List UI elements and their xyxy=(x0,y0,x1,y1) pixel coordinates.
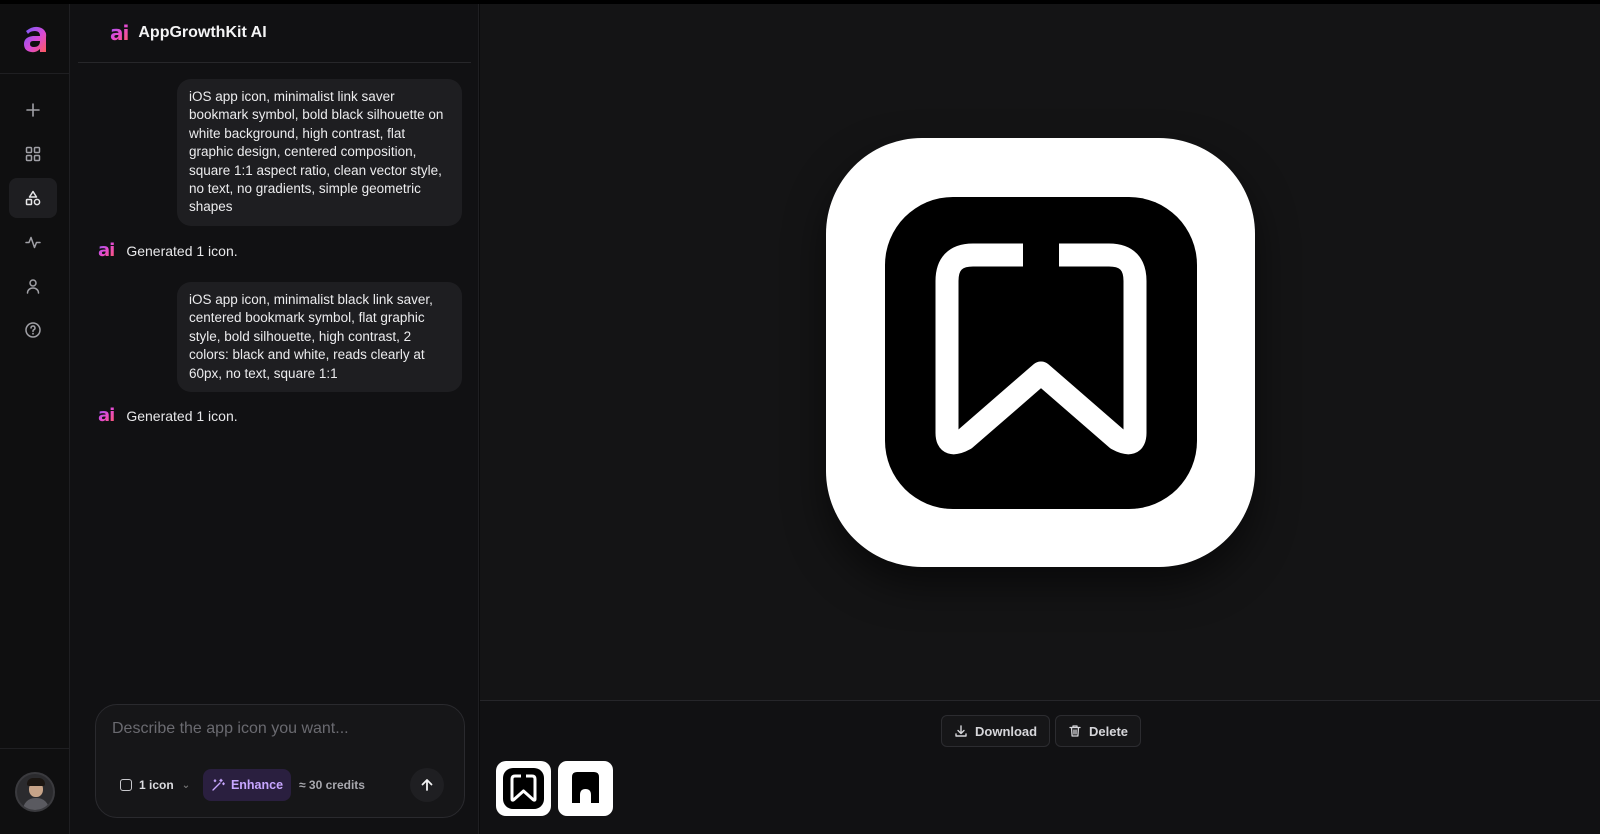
prompt-composer: 1 icon ⌄ Enhance ≈ 30 credits xyxy=(95,704,465,818)
help-circle-icon xyxy=(25,322,41,338)
delete-button[interactable]: Delete xyxy=(1055,715,1142,747)
rail-new-button[interactable] xyxy=(9,90,57,130)
avatar[interactable] xyxy=(15,771,55,812)
magic-wand-icon xyxy=(212,778,225,791)
icon-preview xyxy=(480,4,1600,700)
bookmark-outline-icon xyxy=(510,774,537,802)
preview-toolbar: Download Delete xyxy=(480,700,1600,834)
square-icon xyxy=(120,779,132,791)
rail-icons-button[interactable] xyxy=(9,178,57,218)
user-message: iOS app icon, minimalist black link save… xyxy=(177,282,462,393)
assistant-message-text: Generated 1 icon. xyxy=(126,242,238,259)
generated-icon-preview xyxy=(826,138,1255,567)
user-message: iOS app icon, minimalist link saver book… xyxy=(177,79,462,226)
assistant-avatar-icon: ai xyxy=(98,405,115,426)
bookmark-icon xyxy=(935,243,1147,455)
enhance-button[interactable]: Enhance xyxy=(203,769,291,801)
brand-logo-icon: ai xyxy=(110,21,129,45)
enhance-label: Enhance xyxy=(230,778,284,792)
shapes-icon xyxy=(25,190,41,206)
plus-icon xyxy=(26,103,40,117)
delete-label: Delete xyxy=(1089,723,1129,739)
grid-icon xyxy=(25,146,41,162)
rail-account-button[interactable] xyxy=(9,266,57,306)
assistant-message: ai Generated 1 icon. xyxy=(98,240,238,261)
icon-thumbnail-2[interactable] xyxy=(558,761,613,816)
rail-apps-button[interactable] xyxy=(9,134,57,174)
sidebar-rail xyxy=(0,4,70,834)
prompt-input[interactable] xyxy=(112,717,442,741)
icon-count-label: 1 icon xyxy=(139,778,174,792)
user-icon xyxy=(26,279,40,294)
download-button[interactable]: Download xyxy=(941,715,1051,747)
bookmark-solid-icon xyxy=(572,772,599,803)
rail-help-button[interactable] xyxy=(9,310,57,350)
icon-thumbnail-1[interactable] xyxy=(496,761,551,816)
download-icon xyxy=(955,725,967,737)
icon-count-select[interactable]: 1 icon ⌄ xyxy=(120,778,190,792)
assistant-avatar-icon: ai xyxy=(98,240,115,261)
chat-header: ai AppGrowthKit AI xyxy=(78,4,471,63)
assistant-message: ai Generated 1 icon. xyxy=(98,405,238,426)
brand-title: AppGrowthKit AI xyxy=(138,24,267,41)
rail-profile xyxy=(0,748,70,834)
arrow-up-icon xyxy=(421,779,433,791)
credits-estimate: ≈ 30 credits xyxy=(299,778,365,792)
send-button[interactable] xyxy=(410,768,444,802)
rail-analytics-button[interactable] xyxy=(9,222,57,262)
chevron-down-icon: ⌄ xyxy=(181,779,191,791)
activity-icon xyxy=(25,236,41,249)
app-logo[interactable] xyxy=(0,4,70,74)
assistant-message-text: Generated 1 icon. xyxy=(126,407,238,424)
download-label: Download xyxy=(975,723,1038,739)
trash-icon xyxy=(1069,725,1081,737)
chat-panel: ai AppGrowthKit AI iOS app icon, minimal… xyxy=(70,4,479,834)
app-logo-icon xyxy=(24,26,47,52)
